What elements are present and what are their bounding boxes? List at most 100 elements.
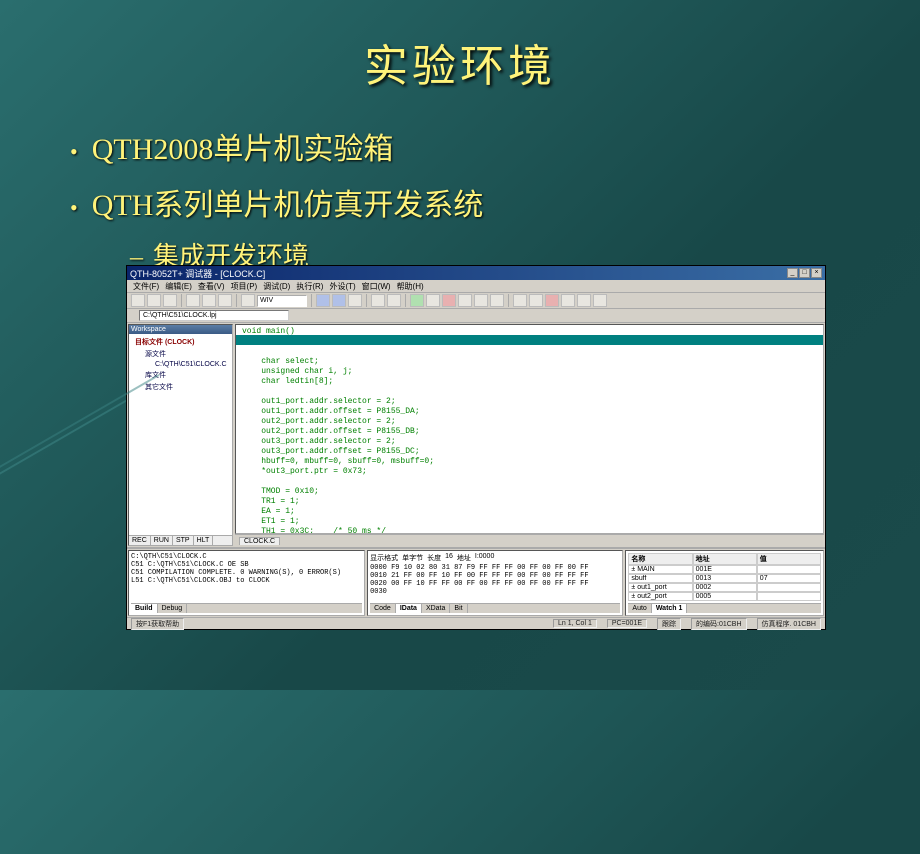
- watch-cell: ± MAIN: [628, 565, 692, 574]
- tree-tab-hlt[interactable]: HLT: [194, 536, 214, 545]
- tool-icon[interactable]: [529, 294, 543, 307]
- tree-tab-stp[interactable]: STP: [173, 536, 194, 545]
- minimize-button[interactable]: _: [787, 268, 798, 278]
- tab-debug[interactable]: Debug: [158, 604, 188, 613]
- menu-window[interactable]: 窗口(W): [362, 281, 391, 292]
- step-into-icon[interactable]: [458, 294, 472, 307]
- scope-icon[interactable]: [577, 294, 591, 307]
- status-cursor: Ln 1, Col 1: [553, 619, 597, 628]
- project-path-input[interactable]: C:\QTH\C51\CLOCK.lpj: [139, 310, 289, 321]
- tree-node-lib[interactable]: 库文件: [131, 369, 230, 381]
- tab-xdata[interactable]: XData: [422, 604, 450, 613]
- tree-node-other[interactable]: 其它文件: [131, 381, 230, 393]
- separator: [405, 294, 406, 307]
- separator: [366, 294, 367, 307]
- watch-header-name[interactable]: 名称: [628, 553, 692, 565]
- editor-tabs: CLOCK.C: [235, 534, 824, 546]
- hex-row: 0020 00 FF 10 FF FF 00 FF 00 FF FF 00 FF…: [370, 580, 620, 588]
- tab-bit[interactable]: Bit: [450, 604, 467, 613]
- copy-icon[interactable]: [202, 294, 216, 307]
- watch-cell: ± out1_port: [628, 583, 692, 592]
- breakpoint-icon[interactable]: [387, 294, 401, 307]
- menu-edit[interactable]: 编辑(E): [165, 281, 192, 292]
- hex-row: 0010 21 FF 00 FF 10 FF 00 FF FF FF 00 FF…: [370, 572, 620, 580]
- watch-header-addr[interactable]: 地址: [693, 553, 757, 565]
- watch-row[interactable]: ± MAIN 001E: [628, 565, 821, 574]
- menu-view[interactable]: 查看(V): [198, 281, 225, 292]
- tab-clock-c[interactable]: CLOCK.C: [239, 537, 280, 545]
- print-icon[interactable]: [241, 294, 255, 307]
- menu-execute[interactable]: 执行(R): [296, 281, 323, 292]
- tree-node-source[interactable]: 源文件: [131, 348, 230, 360]
- mem-addr-label: 地址: [457, 553, 471, 563]
- menu-debug[interactable]: 调试(D): [263, 281, 290, 292]
- ide-pathbar: C:\QTH\C51\CLOCK.lpj: [127, 309, 825, 323]
- tab-build[interactable]: Build: [131, 604, 158, 613]
- bullet-dot: •: [70, 139, 78, 165]
- memory-panel[interactable]: 显示格式 单字节 长度 16 地址 I:0000 0000 F9 10 02 8…: [367, 550, 623, 616]
- tab-idata[interactable]: IData: [396, 604, 422, 613]
- pause-icon[interactable]: [426, 294, 440, 307]
- mem-addr-value[interactable]: I:0000: [475, 553, 494, 563]
- watch-header-val[interactable]: 值: [757, 553, 821, 565]
- tab-auto[interactable]: Auto: [628, 604, 651, 613]
- menu-project[interactable]: 项目(P): [231, 281, 258, 292]
- bullet-1-text: QTH2008单片机实验箱: [92, 124, 394, 168]
- build-icon[interactable]: [316, 294, 330, 307]
- tree-node-clock[interactable]: C:\QTH\C51\CLOCK.C: [131, 360, 230, 369]
- compile-icon[interactable]: [348, 294, 362, 307]
- watch-cell: 001E: [693, 565, 757, 574]
- new-file-icon[interactable]: [131, 294, 145, 307]
- step-over-icon[interactable]: [474, 294, 488, 307]
- code-editor[interactable]: void main() { PTR_51 out1_port, out2_por…: [235, 324, 824, 534]
- tree-root[interactable]: 目标文件 (CLOCK): [131, 336, 230, 348]
- separator: [181, 294, 182, 307]
- output-panel[interactable]: C:\QTH\C51\CLOCK.C C51 C:\QTH\C51\CLOCK.…: [128, 550, 365, 616]
- tree-tab-rec[interactable]: REC: [129, 536, 151, 545]
- help-icon[interactable]: [593, 294, 607, 307]
- save-icon[interactable]: [163, 294, 177, 307]
- tree-tab-run[interactable]: RUN: [151, 536, 173, 545]
- rebuild-icon[interactable]: [332, 294, 346, 307]
- status-pc: PC=001E: [607, 619, 647, 628]
- bullet-list: • QTH2008单片机实验箱 • QTH系列单片机仿真开发系统 – 集成开发环…: [0, 94, 920, 273]
- step-out-icon[interactable]: [490, 294, 504, 307]
- watch-cell: [757, 592, 821, 601]
- output-line: C51 C:\QTH\C51\CLOCK.C OE SB: [131, 561, 362, 569]
- close-button[interactable]: ×: [811, 268, 822, 278]
- debug-icon[interactable]: [371, 294, 385, 307]
- watch-cell: 07: [757, 574, 821, 583]
- cut-icon[interactable]: [186, 294, 200, 307]
- menu-file[interactable]: 文件(F): [133, 281, 159, 292]
- ide-statusbar: 按F1获取帮助 Ln 1, Col 1 PC=001E 跟踪 的编码:01CBH…: [127, 617, 825, 629]
- bullet-1: • QTH2008单片机实验箱: [70, 124, 920, 168]
- project-tree-panel[interactable]: Workspace 目标文件 (CLOCK) 源文件 C:\QTH\C51\CL…: [128, 324, 233, 546]
- open-file-icon[interactable]: [147, 294, 161, 307]
- ide-titlebar[interactable]: QTH-8052T+ 调试器 - [CLOCK.C] _ □ ×: [127, 266, 825, 280]
- record-icon[interactable]: [545, 294, 559, 307]
- analyze-icon[interactable]: [561, 294, 575, 307]
- hex-row: 0030: [370, 588, 620, 596]
- watch-row[interactable]: ± out2_port 0005: [628, 592, 821, 601]
- run-icon[interactable]: [410, 294, 424, 307]
- maximize-button[interactable]: □: [799, 268, 810, 278]
- bullet-2: • QTH系列单片机仿真开发系统: [70, 180, 920, 224]
- paste-icon[interactable]: [218, 294, 232, 307]
- reset-icon[interactable]: [513, 294, 527, 307]
- stop-icon[interactable]: [442, 294, 456, 307]
- ide-title-text: QTH-8052T+ 调试器 - [CLOCK.C]: [130, 267, 265, 280]
- watch-row[interactable]: ± out1_port 0002: [628, 583, 821, 592]
- watch-panel[interactable]: 名称 地址 值 ± MAIN 001E sbuff 0013 07 ± out1…: [625, 550, 824, 616]
- hex-row: 0000 F9 10 02 80 31 87 F9 FF FF FF 00 FF…: [370, 564, 620, 572]
- tab-code[interactable]: Code: [370, 604, 396, 613]
- status-other: 仿真程序. 01CBH: [757, 618, 821, 630]
- ide-menubar[interactable]: 文件(F) 编辑(E) 查看(V) 项目(P) 调试(D) 执行(R) 外设(T…: [127, 280, 825, 293]
- mem-mode-value[interactable]: 单字节: [402, 553, 423, 563]
- tab-watch1[interactable]: Watch 1: [652, 604, 688, 613]
- watch-row[interactable]: sbuff 0013 07: [628, 574, 821, 583]
- menu-help[interactable]: 帮助(H): [397, 281, 424, 292]
- mem-len-value[interactable]: 16: [445, 553, 453, 563]
- config-combo[interactable]: WIV: [257, 295, 307, 307]
- status-ready: 按F1获取帮助: [131, 618, 184, 630]
- menu-peripheral[interactable]: 外设(T): [329, 281, 355, 292]
